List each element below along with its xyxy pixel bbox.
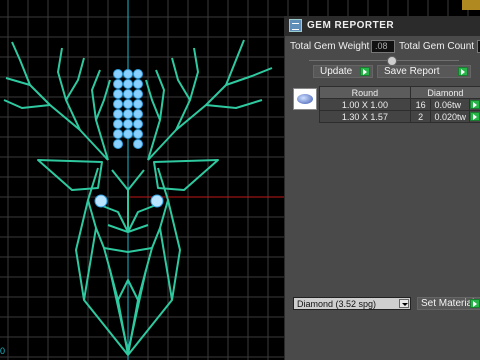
set-material-play-icon [470,299,480,308]
gem-stones[interactable] [113,69,143,149]
gem-stone[interactable] [133,89,143,99]
gem-stone[interactable] [133,129,143,139]
gem-reporter-app-icon [289,19,302,32]
table-row[interactable]: 1.30 X 1.57 2 0.020tw [319,110,480,123]
update-button[interactable]: Update [313,65,373,78]
gem-table: Round Diamond 1.00 X 1.00 16 0.06tw 1.30… [319,86,480,123]
save-report-play-icon [458,67,468,76]
update-button-label: Update [320,66,353,77]
chevron-down-icon[interactable] [399,299,409,308]
gem-stone[interactable] [123,129,133,139]
gem-stone[interactable] [123,99,133,109]
totals-row: Total Gem Weight .08 Total Gem Count 1 [289,40,480,54]
gem-stone[interactable] [113,79,123,89]
gem-stone[interactable] [133,119,143,129]
material-select[interactable]: Diamond (3.52 spg) [293,297,411,310]
gem-stone[interactable] [133,109,143,119]
total-gem-weight-label: Total Gem Weight [290,41,370,52]
gem-reporter-panel: GEM REPORTER Total Gem Weight .08 Total … [284,16,480,360]
set-material-button-label: Set Material [421,298,475,309]
material-select-value: Diamond (3.52 spg) [297,299,377,309]
gem-material-header: Diamond [409,86,480,99]
update-play-icon [360,67,370,76]
table-row[interactable]: 1.00 X 1.00 16 0.06tw [319,98,480,111]
gem-stone[interactable] [113,69,123,79]
set-material-button[interactable]: Set Material [417,297,480,310]
gem-stone[interactable] [123,119,133,129]
gem-stone[interactable] [123,69,133,79]
round-gem-icon [293,88,317,110]
gem-stone[interactable] [113,109,123,119]
panel-title: GEM REPORTER [307,20,395,31]
gem-stone[interactable] [133,79,143,89]
gem-shape-header: Round [319,86,411,99]
gem-stone[interactable] [113,99,123,109]
total-gem-count-label: Total Gem Count [399,41,475,52]
save-report-button[interactable]: Save Report [377,65,471,78]
total-gem-weight-value: .08 [371,40,395,53]
gem-size-cell: 1.00 X 1.00 [319,98,411,111]
gem-stone[interactable] [133,139,143,149]
left-eye-gem[interactable] [94,194,108,208]
gem-stone[interactable] [113,129,123,139]
gem-stone[interactable] [123,89,133,99]
gem-stone[interactable] [123,79,133,89]
panel-divider [309,60,459,61]
row-select-button[interactable] [468,110,480,123]
viewport-coordinate-readout: 0 [0,346,6,356]
gem-size-cell: 1.30 X 1.57 [319,110,411,123]
gem-stone[interactable] [133,69,143,79]
gem-stone[interactable] [113,89,123,99]
panel-titlebar[interactable]: GEM REPORTER [285,16,480,36]
gem-stone[interactable] [123,109,133,119]
gem-count-cell: 2 [409,110,432,123]
toolbar-corner-icon[interactable] [462,0,480,10]
gem-stone[interactable] [133,99,143,109]
gem-stone[interactable] [113,139,123,149]
gem-stone[interactable] [113,119,123,129]
gem-weight-cell: 0.020tw [430,110,470,123]
gem-count-cell: 16 [409,98,432,111]
gem-weight-cell: 0.06tw [430,98,470,111]
right-eye-gem[interactable] [150,194,164,208]
row-select-button[interactable] [468,98,480,111]
save-report-button-label: Save Report [384,66,440,77]
